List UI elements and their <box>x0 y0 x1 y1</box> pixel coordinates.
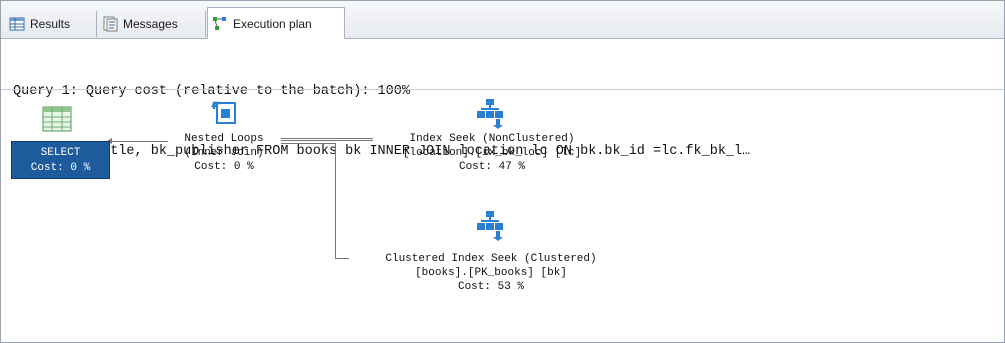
query-header: Query 1: Query cost (relative to the bat… <box>13 42 750 202</box>
clustered-index-seek-icon <box>474 209 506 241</box>
grid-icon <box>9 16 25 32</box>
execution-plan-icon <box>212 16 228 32</box>
tab-bar: Results Messages Execution plan <box>1 1 1004 39</box>
query-cost-line: Query 1: Query cost (relative to the bat… <box>13 84 410 99</box>
index-seek-cost: Cost: 47 % <box>458 161 525 173</box>
index-seek-object: [location].[ix_bk_loc] [lc] <box>402 147 582 159</box>
select-node-cost: Cost: 0 % <box>30 162 91 174</box>
messages-icon <box>102 16 118 32</box>
nested-loops-title: Nested Loops <box>184 133 264 145</box>
header-divider <box>1 89 1004 90</box>
execution-plan-pane: Results Messages Execution plan Query 1:… <box>0 0 1005 343</box>
nested-loops-text: Nested Loops (Inner Join) Cost: 0 % <box>153 132 295 174</box>
result-grid-icon <box>41 103 73 135</box>
select-node-box[interactable]: SELECT Cost: 0 % <box>11 141 110 179</box>
tab-execution-plan[interactable]: Execution plan <box>207 7 345 39</box>
select-node-label: SELECT <box>40 147 81 159</box>
tab-results[interactable]: Results <box>5 11 97 37</box>
nested-loops-subtitle: (Inner Join) <box>184 147 264 159</box>
clustered-index-seek-object: [books].[PK_books] [bk] <box>415 267 567 279</box>
clustered-index-seek-text: Clustered Index Seek (Clustered) [books]… <box>341 252 641 294</box>
index-seek-icon <box>474 97 506 129</box>
connector-nested-branch-vertical <box>335 143 336 258</box>
clustered-index-seek-cost: Cost: 53 % <box>457 281 524 293</box>
clustered-index-seek-title: Clustered Index Seek (Clustered) <box>385 253 597 265</box>
index-seek-text: Index Seek (NonClustered) [location].[ix… <box>361 132 623 174</box>
tab-messages[interactable]: Messages <box>98 11 206 37</box>
tab-results-label: Results <box>30 17 71 31</box>
tab-messages-label: Messages <box>123 17 178 31</box>
tab-execution-plan-label: Execution plan <box>233 16 312 31</box>
index-seek-title: Index Seek (NonClustered) <box>409 133 575 145</box>
nested-loops-icon <box>208 97 240 129</box>
nested-loops-cost: Cost: 0 % <box>194 161 254 173</box>
